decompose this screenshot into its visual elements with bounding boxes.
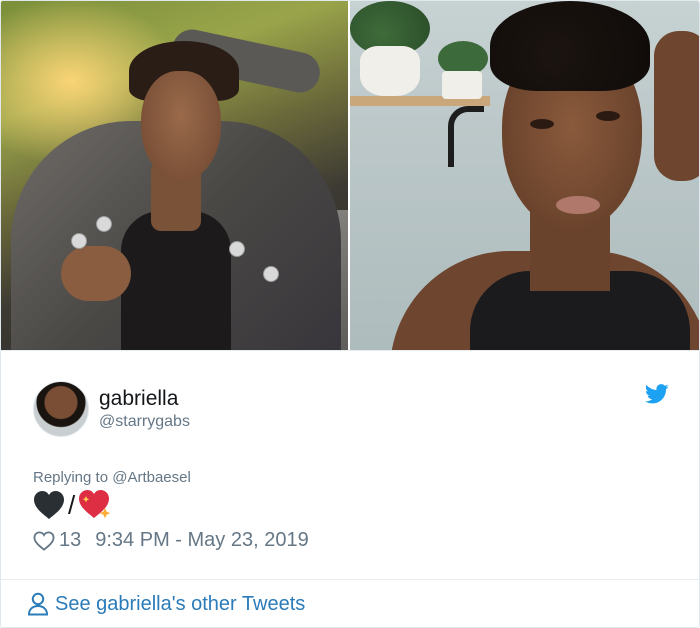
display-name[interactable]: gabriella xyxy=(99,386,190,412)
sparkling-heart-emoji xyxy=(79,490,111,519)
heart-outline-icon[interactable] xyxy=(33,530,55,551)
tweet-media-grid xyxy=(1,1,699,351)
tweet-footer: See gabriella's other Tweets xyxy=(1,579,699,627)
see-other-tweets-label: See gabriella's other Tweets xyxy=(55,592,306,615)
person-outline-icon xyxy=(27,592,49,616)
tweet-timestamp[interactable]: 9:34 PM - May 23, 2019 xyxy=(95,529,308,552)
reply-mention-link[interactable]: @Artbaesel xyxy=(112,469,191,486)
twitter-bird-icon[interactable] xyxy=(645,383,669,405)
user-handle[interactable]: @starrygabs xyxy=(99,412,190,432)
tweet-author[interactable]: gabriella @starrygabs xyxy=(33,381,190,437)
reply-context: Replying to @Artbaesel xyxy=(33,469,191,486)
see-other-tweets-link[interactable]: See gabriella's other Tweets xyxy=(27,592,305,616)
tweet-text-separator: / xyxy=(68,489,76,520)
tweet-text: / xyxy=(33,489,112,521)
reply-prefix: Replying to xyxy=(33,469,109,486)
tweet-meta: 13 9:34 PM - May 23, 2019 xyxy=(33,529,309,552)
tweet-photo-2[interactable] xyxy=(350,1,699,350)
avatar[interactable] xyxy=(33,381,89,437)
tweet-photo-1[interactable] xyxy=(1,1,348,350)
black-heart-emoji xyxy=(34,491,64,519)
like-count[interactable]: 13 xyxy=(59,529,81,552)
embedded-tweet-card: gabriella @starrygabs Replying to @Artba… xyxy=(0,0,700,628)
